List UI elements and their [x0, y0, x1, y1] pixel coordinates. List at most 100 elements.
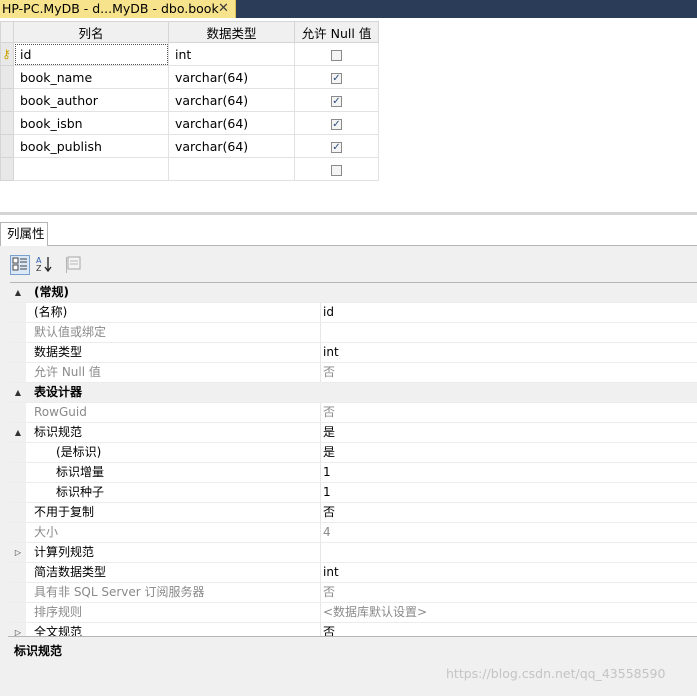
expand-icon[interactable]: ▷: [10, 623, 26, 637]
splitter[interactable]: [0, 212, 697, 215]
property-row[interactable]: 标识种子 1: [10, 483, 697, 503]
allow-null-checkbox[interactable]: ✓: [331, 95, 342, 107]
cell-column-name[interactable]: [13, 157, 169, 181]
cell-data-type[interactable]: varchar(64): [168, 111, 295, 135]
property-value[interactable]: [320, 543, 697, 562]
property-name: 表设计器: [34, 385, 83, 399]
cell-data-type[interactable]: varchar(64): [168, 88, 295, 112]
cell-data-type[interactable]: varchar(64): [168, 65, 295, 89]
cell-data-type[interactable]: [168, 157, 295, 181]
property-row[interactable]: 数据类型 int: [10, 343, 697, 363]
property-value[interactable]: id: [320, 303, 697, 322]
table-row[interactable]: book_name varchar(64) ✓: [0, 65, 379, 89]
tab-column-properties[interactable]: 列属性: [0, 222, 48, 246]
table-row[interactable]: ⚷ id int: [0, 42, 379, 66]
row-selector[interactable]: [0, 65, 14, 89]
property-name: (是标识): [56, 445, 102, 459]
property-name: 简洁数据类型: [34, 565, 107, 579]
cell-column-name[interactable]: book_publish: [13, 134, 169, 158]
cell-allow-null: [294, 157, 379, 181]
header-allow-null[interactable]: 允许 Null 值: [294, 21, 379, 43]
property-value[interactable]: int: [320, 563, 697, 582]
property-value[interactable]: 否: [320, 503, 697, 522]
property-row[interactable]: ▲ 标识规范 是: [10, 423, 697, 443]
cell-allow-null: ✓: [294, 134, 379, 158]
property-row[interactable]: 具有非 SQL Server 订阅服务器 否: [10, 583, 697, 603]
property-row[interactable]: 不用于复制 否: [10, 503, 697, 523]
cell-column-name[interactable]: book_author: [13, 88, 169, 112]
property-row[interactable]: (是标识) 是: [10, 443, 697, 463]
property-name: 全文规范: [34, 625, 83, 637]
property-value: [320, 283, 697, 302]
property-name: 具有非 SQL Server 订阅服务器: [34, 585, 205, 599]
row-selector[interactable]: [0, 134, 14, 158]
property-pages-icon[interactable]: [64, 255, 84, 275]
property-value[interactable]: int: [320, 343, 697, 362]
allow-null-checkbox[interactable]: ✓: [331, 118, 342, 130]
property-value[interactable]: 4: [320, 523, 697, 542]
property-name: 数据类型: [34, 345, 83, 359]
property-grid: ▲ (常规) (名称) id 默认值或绑定 数据类型 int 允许 Null 值否 ▲ 表设计器 R…: [10, 282, 697, 637]
property-name: 不用于复制: [34, 505, 95, 519]
property-row[interactable]: RowGuid 否: [10, 403, 697, 423]
property-row[interactable]: (名称) id: [10, 303, 697, 323]
cell-column-name[interactable]: book_isbn: [13, 111, 169, 135]
property-value[interactable]: 是: [320, 423, 697, 442]
property-value[interactable]: 否: [320, 363, 697, 382]
property-row[interactable]: ▷ 计算列规范: [10, 543, 697, 563]
allow-null-checkbox[interactable]: [331, 164, 342, 176]
property-row[interactable]: 简洁数据类型 int: [10, 563, 697, 583]
collapse-icon[interactable]: ▲: [10, 423, 26, 442]
property-gutter: [10, 303, 26, 322]
property-name: 允许 Null 值: [34, 365, 101, 379]
property-gutter: [10, 583, 26, 602]
collapse-icon[interactable]: ▲: [10, 283, 26, 302]
cell-allow-null: [294, 42, 379, 66]
property-row[interactable]: 允许 Null 值 否: [10, 363, 697, 383]
property-value[interactable]: [320, 323, 697, 342]
property-value[interactable]: 否: [320, 583, 697, 602]
property-value[interactable]: 否: [320, 623, 697, 637]
property-row[interactable]: ▲ (常规): [10, 283, 697, 303]
allow-null-checkbox[interactable]: [331, 49, 342, 61]
property-gutter: [10, 403, 26, 422]
header-data-type[interactable]: 数据类型: [168, 21, 295, 43]
property-row[interactable]: ▲ 表设计器: [10, 383, 697, 403]
cell-column-name[interactable]: book_name: [13, 65, 169, 89]
table-row[interactable]: book_author varchar(64) ✓: [0, 88, 379, 112]
property-name: 排序规则: [34, 605, 83, 619]
table-row[interactable]: book_isbn varchar(64) ✓: [0, 111, 379, 135]
property-row[interactable]: ▷ 全文规范 否: [10, 623, 697, 637]
property-value[interactable]: 1: [320, 463, 697, 482]
property-value[interactable]: 是: [320, 443, 697, 462]
table-row[interactable]: [0, 157, 379, 181]
document-tab[interactable]: HP-PC.MyDB - d...MyDB - dbo.book ✕: [0, 0, 236, 18]
property-value[interactable]: 否: [320, 403, 697, 422]
categorized-icon[interactable]: [10, 255, 30, 275]
sort-az-icon[interactable]: A Z: [34, 255, 54, 275]
property-row[interactable]: 排序规则 <数据库默认设置>: [10, 603, 697, 623]
document-tab-title: HP-PC.MyDB - d...MyDB - dbo.book: [2, 1, 219, 16]
property-row[interactable]: 默认值或绑定: [10, 323, 697, 343]
row-selector[interactable]: ⚷: [0, 42, 14, 66]
cell-column-name[interactable]: id: [13, 42, 169, 66]
description-title: 标识规范: [14, 644, 63, 658]
property-row[interactable]: 标识增量 1: [10, 463, 697, 483]
property-value[interactable]: <数据库默认设置>: [320, 603, 697, 622]
property-value[interactable]: 1: [320, 483, 697, 502]
row-selector[interactable]: [0, 88, 14, 112]
row-selector[interactable]: [0, 157, 14, 181]
property-row[interactable]: 大小 4: [10, 523, 697, 543]
cell-allow-null: ✓: [294, 65, 379, 89]
property-gutter: [10, 443, 26, 462]
close-icon[interactable]: ✕: [218, 0, 229, 18]
collapse-icon[interactable]: ▲: [10, 383, 26, 402]
row-selector[interactable]: [0, 111, 14, 135]
allow-null-checkbox[interactable]: ✓: [331, 141, 342, 153]
cell-data-type[interactable]: varchar(64): [168, 134, 295, 158]
expand-icon[interactable]: ▷: [10, 543, 26, 562]
allow-null-checkbox[interactable]: ✓: [331, 72, 342, 84]
header-column-name[interactable]: 列名: [13, 21, 169, 43]
table-row[interactable]: book_publish varchar(64) ✓: [0, 134, 379, 158]
cell-data-type[interactable]: int: [168, 42, 295, 66]
